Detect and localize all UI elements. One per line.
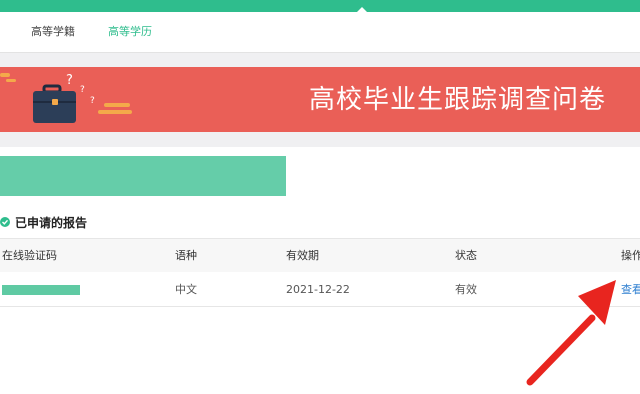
- sub-navigation: 高等学籍 高等学历: [0, 12, 640, 53]
- check-circle-icon: [0, 217, 10, 227]
- redacted-header-block: [0, 156, 286, 196]
- column-header-code: 在线验证码: [2, 249, 57, 262]
- column-header-language: 语种: [175, 249, 197, 262]
- reports-table-header: 在线验证码 语种 有效期 状态 操作: [0, 238, 640, 273]
- column-header-action: 操作: [621, 249, 640, 262]
- applied-reports-heading: 已申请的报告: [0, 214, 87, 230]
- briefcase-icon: [33, 84, 76, 123]
- tab-higher-education-degree[interactable]: 高等学历: [108, 24, 152, 40]
- row-language: 中文: [175, 283, 197, 296]
- cloud-left-icon: [0, 73, 10, 77]
- banner-decoration: ? ? ?: [0, 73, 132, 123]
- column-header-validity: 有效期: [286, 249, 319, 262]
- row-validity-date: 2021-12-22: [286, 283, 350, 296]
- section-title: 已申请的报告: [15, 215, 88, 230]
- svg-text:?: ?: [80, 85, 85, 95]
- column-header-status: 状态: [455, 249, 477, 262]
- redacted-verification-code: [2, 285, 80, 295]
- survey-banner[interactable]: ? ? ? 高校毕业生跟踪调查问卷: [0, 67, 640, 132]
- annotation-arrow-icon: [526, 280, 616, 386]
- svg-text:?: ?: [90, 96, 95, 106]
- top-accent-bar: [0, 0, 640, 13]
- cloud-right-icon: [104, 103, 130, 107]
- tab-higher-education-status[interactable]: 高等学籍: [31, 24, 75, 40]
- banner-title: 高校毕业生跟踪调查问卷: [308, 85, 606, 115]
- question-mark-icon: ?: [66, 73, 73, 88]
- row-status: 有效: [455, 283, 477, 296]
